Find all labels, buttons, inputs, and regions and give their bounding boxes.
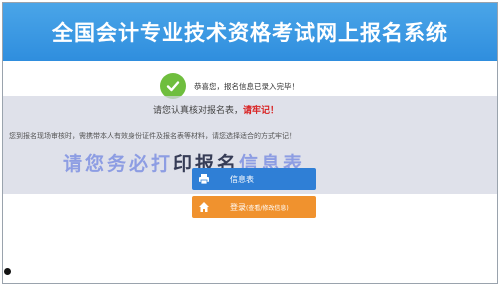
cursor-dot [4, 268, 11, 275]
home-icon [192, 201, 216, 213]
browser-frame: 全国会计专业技术资格考试网上报名系统 恭喜您，报名信息已录入完毕！ 请您认真核对… [2, 2, 498, 284]
notice-line-2: 您到报名现场审核时，需携带本人有效身份证件及报名表等材料，请您选择适合的方式牢记… [9, 132, 296, 140]
print-icon [192, 173, 216, 185]
print-info-button[interactable]: 信息表 [192, 168, 316, 190]
success-text: 恭喜您，报名信息已录入完毕！ [194, 81, 299, 91]
login-sub-label: (查看/修改信息) [246, 204, 289, 212]
notice-line-1-text: 请您认真核对报名表， [153, 106, 244, 116]
page-header: 全国会计专业技术资格考试网上报名系统 [3, 3, 497, 61]
print-info-button-label: 信息表 [230, 174, 254, 184]
notice-banner-left: 请您务必打 [63, 153, 174, 175]
page-title: 全国会计专业技术资格考试网上报名系统 [52, 21, 448, 45]
login-button-label: 登录(查看/修改信息) [216, 202, 316, 213]
notice-emphasis: 请牢记！ [243, 106, 280, 116]
notice-line-1: 请您认真核对报名表，请牢记！ [153, 103, 279, 116]
login-label: 登录 [230, 202, 246, 212]
login-button[interactable]: 登录(查看/修改信息) [192, 196, 316, 218]
